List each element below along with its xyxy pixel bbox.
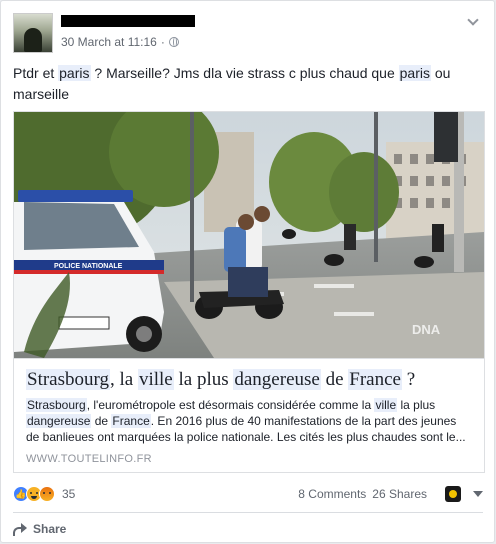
title-text: ? [401, 369, 416, 390]
desc-hashtag-link[interactable]: dangereuse [26, 414, 92, 428]
post-header: 30 March at 11:16 · [13, 13, 483, 53]
post-text: Ptdr et [13, 65, 59, 81]
shares-count[interactable]: 26 Shares [372, 487, 427, 501]
page-avatar-icon[interactable] [445, 486, 461, 502]
engagement-counts: 8 Comments 26 Shares [298, 486, 483, 502]
caret-down-icon[interactable] [473, 491, 483, 497]
link-description: Strasbourg, l'eurométropole est désormai… [26, 397, 472, 445]
link-domain: WWW.TOUTELINFO.FR [26, 453, 152, 465]
avatar[interactable] [13, 13, 53, 53]
avatar-silhouette [24, 28, 42, 52]
desc-text: , l'eurométropole est désormais considér… [86, 398, 375, 412]
title-hashtag-link[interactable]: Strasbourg [26, 369, 110, 390]
post-timestamp[interactable]: 30 March at 11:16 [61, 35, 157, 49]
link-preview[interactable]: POLICE NATIONALE DNA Strasbourg, la vill… [13, 111, 485, 473]
link-body[interactable]: Strasbourg, la ville la plus dangereuse … [14, 358, 484, 473]
desc-hashtag-link[interactable]: France [111, 414, 151, 428]
desc-text: la plus [397, 398, 436, 412]
share-label: Share [33, 522, 67, 536]
title-text: la plus [173, 369, 234, 390]
post-card: 30 March at 11:16 · Ptdr et paris ? Mars… [0, 0, 495, 543]
redacted-author-name [61, 15, 195, 27]
chevron-down-icon[interactable] [467, 15, 479, 27]
desc-hashtag-link[interactable]: Strasbourg [26, 398, 87, 412]
share-icon [13, 523, 27, 536]
post-text: ? Marseille? Jms dla vie strass c plus c… [90, 65, 399, 81]
image-watermark: DNA [412, 322, 441, 337]
desc-text: de [91, 414, 112, 428]
angry-icon[interactable] [39, 486, 55, 502]
title-hashtag-link[interactable]: dangereuse [233, 369, 321, 390]
post-hashtag-link[interactable]: paris [398, 65, 431, 81]
link-photo: POLICE NATIONALE DNA [14, 112, 484, 358]
svg-text:POLICE NATIONALE: POLICE NATIONALE [54, 263, 123, 270]
comments-count[interactable]: 8 Comments [298, 487, 366, 501]
globe-icon[interactable] [168, 37, 179, 47]
desc-hashtag-link[interactable]: ville [374, 398, 398, 412]
reactions-bar: 35 8 Comments 26 Shares [13, 483, 483, 505]
link-title[interactable]: Strasbourg, la ville la plus dangereuse … [26, 369, 472, 391]
title-text: de [320, 369, 349, 390]
post-meta: 30 March at 11:16 · [61, 35, 179, 49]
reaction-count[interactable]: 35 [62, 487, 75, 501]
post-text: Ptdr et paris ? Marseille? Jms dla vie s… [13, 63, 483, 105]
share-button[interactable]: Share [13, 519, 66, 539]
title-text: , la [109, 369, 138, 390]
post-hashtag-link[interactable]: paris [58, 65, 91, 81]
title-hashtag-link[interactable]: France [348, 369, 402, 390]
meta-separator: · [160, 35, 165, 49]
title-hashtag-link[interactable]: ville [137, 369, 174, 390]
divider [13, 512, 483, 513]
link-image[interactable]: POLICE NATIONALE DNA [14, 112, 484, 358]
